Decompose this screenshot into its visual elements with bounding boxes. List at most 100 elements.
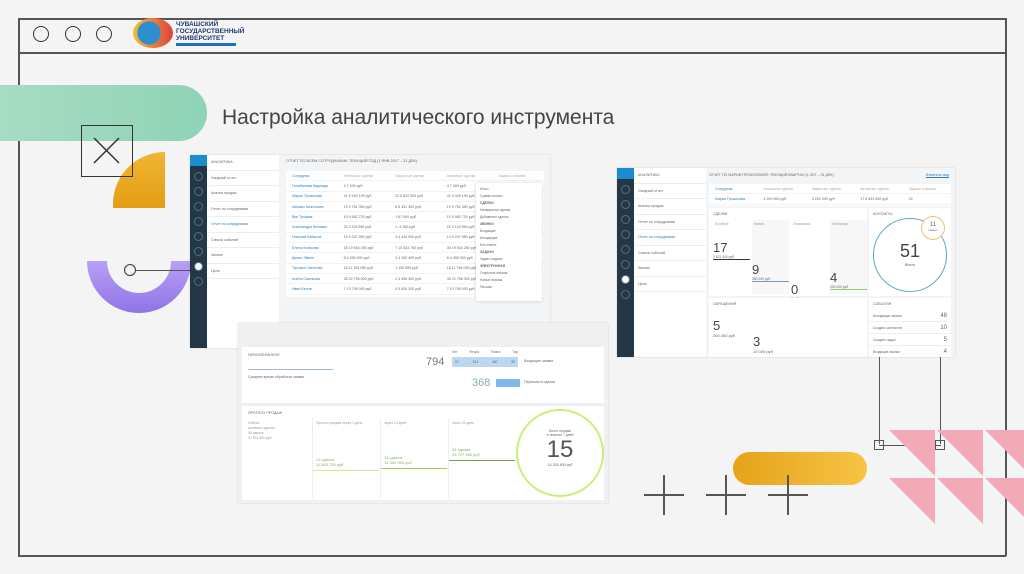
- event-value: 48: [940, 312, 947, 319]
- table-cell[interactable]: Денис Эйвин: [286, 256, 338, 260]
- contacts-total: 51: [899, 241, 921, 261]
- deal-count: 4: [830, 270, 838, 285]
- deal-sum: 230 000 руб: [830, 285, 849, 289]
- dropdown-option[interactable]: ЗВОНКИ: [480, 221, 538, 228]
- table-cell[interactable]: Ганибалова Надежда: [286, 184, 338, 188]
- table-cell: 14 9 247 950 руб: [343, 235, 372, 240]
- table-cell[interactable]: Елена Котикова: [286, 246, 338, 250]
- menu-item[interactable]: Цели: [634, 277, 706, 292]
- deals-card: СДЕЛКИ В работе 17 3 621 400 руб Новые 9 350 …: [709, 208, 867, 302]
- forecast-column: через 14 дней 15 сделок 14 353 900 руб: [380, 418, 447, 498]
- col-header[interactable]: Сотрудник: [286, 174, 338, 178]
- forecast-card: ПРОГНОЗ ПРОДАЖ Сейчас активных сделок: 35 …: [242, 406, 604, 500]
- event-value: 10: [940, 324, 947, 331]
- forecast-sum: 14 353 900 руб: [384, 460, 412, 465]
- dropdown-option[interactable]: СДЕЛКИ: [480, 200, 538, 207]
- menu-item[interactable]: Сводный отчет: [207, 171, 279, 186]
- table-cell: 3 4 390 400 руб: [395, 256, 422, 261]
- event-row: Создано задач 5: [869, 334, 951, 346]
- menu-item-active[interactable]: Отчет по сотрудникам: [634, 230, 706, 246]
- table-cell[interactable]: Михаил Анатольев: [286, 205, 338, 209]
- table-cell[interactable]: Иван Белов: [286, 287, 338, 291]
- card-title: ОБРАЩЕНИЯ: [713, 302, 737, 306]
- menu-item[interactable]: АНАЛИТИКА: [634, 168, 706, 184]
- converted-count: 368: [472, 377, 491, 389]
- dropdown-option[interactable]: Открытые письма: [480, 270, 538, 277]
- menu-item[interactable]: Звонки: [207, 248, 279, 264]
- month-label: Чет: [452, 350, 458, 354]
- table-cell: 35 22 796 000 руб: [343, 276, 374, 281]
- dropdown-option[interactable]: Задач создано: [480, 256, 538, 263]
- table-cell[interactable]: Мария Прокопова: [286, 194, 338, 198]
- deal-count: 0: [791, 282, 799, 297]
- change-view-link[interactable]: Изменить вид: [926, 173, 949, 177]
- table-cell[interactable]: Николай Кабалов: [286, 235, 338, 239]
- deal-count: 17: [713, 240, 728, 255]
- summary-table: Сотрудник Успешные сделки Закрытые сделки А…: [709, 184, 951, 206]
- cell[interactable]: Мария Прокопова: [709, 197, 757, 201]
- forecast-period: Прогноз продаж через 1 день: [316, 421, 363, 425]
- pink-triangle-decoration: [889, 478, 935, 524]
- month-value: 224: [472, 360, 479, 364]
- menu-item[interactable]: Звонки: [634, 261, 706, 277]
- converted-label: Перешли в сделки: [524, 380, 555, 384]
- col-header[interactable]: Задачи и звонки: [492, 174, 544, 178]
- col-header: Задачи и звонки: [908, 186, 936, 191]
- table-cell[interactable]: Вик Трофим: [286, 215, 338, 219]
- table-cell[interactable]: Татьяна Светлова: [286, 266, 338, 270]
- table-cell[interactable]: Алёна Смелкова: [286, 277, 338, 281]
- card-title: СДЕЛКИ: [713, 212, 728, 216]
- dropdown-option[interactable]: Итого: [480, 186, 538, 193]
- avg-time-label: Среднее время обработки заявки: [248, 375, 305, 379]
- col-header[interactable]: Активные сделки: [441, 174, 493, 178]
- dropdown-option[interactable]: Сумма оплаты: [480, 193, 538, 200]
- crm-sidebar: [190, 155, 207, 348]
- dropdown-option[interactable]: ЗАДАЧИ: [480, 249, 538, 256]
- table-cell: 3 4 444 000 руб: [395, 235, 422, 240]
- purple-arc-decoration: [87, 261, 191, 313]
- events-card: СОБЫТИЯ Исходящие звонки 48 Создано контак…: [869, 298, 951, 357]
- dropdown-option[interactable]: ЭЛЕКТРОННАЯ: [480, 263, 538, 270]
- forecast-sum: 23 707 460 руб: [452, 452, 480, 457]
- menu-item[interactable]: Список событий: [634, 246, 706, 261]
- menu-item[interactable]: Анализ продаж: [207, 186, 279, 202]
- converted-bar: [496, 379, 520, 387]
- screenshot-sales-forecast: НЕРАЗОБРАННОЕ Среднее время обработки за…: [238, 323, 608, 503]
- crm-sidebar: [617, 168, 634, 357]
- forecast-period: через 31 день: [452, 421, 475, 425]
- menu-item[interactable]: Отчет по сотрудникам: [634, 215, 706, 230]
- deal-column: Новые 9 350 000 руб: [752, 220, 789, 294]
- dropdown-option[interactable]: Незакрытые сделки: [480, 207, 538, 214]
- table-cell: 6 6 431 309 руб: [395, 204, 422, 209]
- deal-column: Успешные 4 230 000 руб: [830, 220, 867, 294]
- dropdown-option[interactable]: Добавлено сделок: [480, 214, 538, 221]
- analytics-menu: АНАЛИТИКА Сводный отчет Анализ продаж От…: [207, 155, 279, 348]
- menu-item[interactable]: Сводный отчет: [634, 184, 706, 199]
- menu-item[interactable]: Анализ продаж: [634, 199, 706, 215]
- dropdown-option[interactable]: Письма: [480, 284, 538, 291]
- col-header[interactable]: Успешные сделки: [338, 174, 390, 178]
- columns-dropdown[interactable]: Итого Сумма оплаты СДЕЛКИ Незакрытые сделки…: [476, 183, 542, 301]
- deal-column: В работе 17 3 621 400 руб: [713, 220, 750, 294]
- dropdown-option[interactable]: Исходящие: [480, 235, 538, 242]
- col-header[interactable]: Закрытые сделки: [389, 174, 441, 178]
- dropdown-option[interactable]: Входящие: [480, 228, 538, 235]
- event-value: 4: [943, 348, 947, 355]
- menu-item[interactable]: АНАЛИТИКА: [207, 155, 279, 171]
- table-cell: 41 9 449 199 руб: [343, 194, 372, 199]
- pink-triangle-decoration: [937, 478, 983, 524]
- month-label: Тар: [512, 350, 518, 354]
- forecast-sum: 11 853 730 руб: [316, 462, 344, 467]
- dropdown-option[interactable]: Без ответа: [480, 242, 538, 249]
- table-cell[interactable]: Александра Беловик: [286, 225, 338, 229]
- cell: 17 8 833 000 руб: [860, 196, 889, 201]
- callout-line: [879, 357, 881, 444]
- menu-item[interactable]: Цели: [207, 264, 279, 279]
- menu-item-active[interactable]: Отчет по сотрудникам: [207, 217, 279, 233]
- dropdown-option[interactable]: Новые письма: [480, 277, 538, 284]
- menu-item[interactable]: Отчет по сотрудникам: [207, 202, 279, 217]
- month-label: Фтора: [469, 350, 479, 354]
- unsorted-card: НЕРАЗОБРАННОЕ Среднее время обработки за…: [242, 347, 604, 403]
- menu-item[interactable]: Список событий: [207, 233, 279, 248]
- logo-line: УНИВЕРСИТЕТ: [176, 34, 225, 42]
